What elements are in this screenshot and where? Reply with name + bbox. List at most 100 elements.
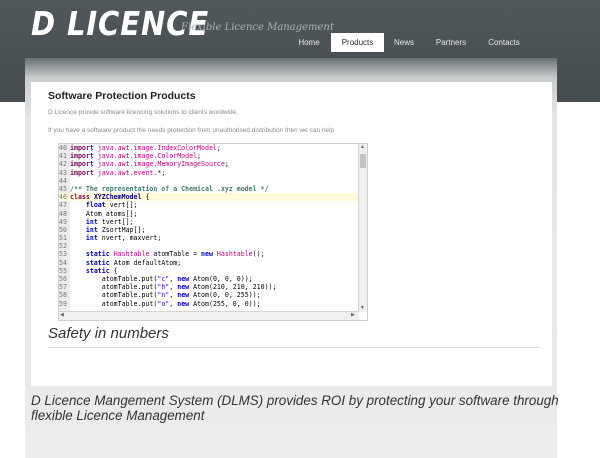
- intro-text-2: If you have a software product the needs…: [48, 127, 335, 134]
- code-token: "h": [157, 283, 170, 292]
- code-token: import: [70, 144, 98, 152]
- code-line: 52: [59, 242, 359, 250]
- code-token: new: [177, 291, 194, 300]
- code-token: atomTable.put(: [70, 283, 158, 292]
- code-line: 58 atomTable.put("n", new Atom(0, 0, 255…: [59, 291, 359, 299]
- code-token: atomTable.put(: [70, 275, 158, 283]
- nav-news[interactable]: News: [386, 33, 422, 52]
- line-number: 58: [59, 291, 67, 300]
- code-token: ZsortMap[];: [101, 225, 146, 234]
- code-token: Atom(0, 0, 0));: [193, 275, 253, 283]
- code-token: vert[];: [109, 201, 138, 210]
- code-token: Atom(210, 210, 210));: [193, 283, 277, 292]
- code-line: 56 atomTable.put("c", new Atom(0, 0, 0))…: [59, 275, 359, 283]
- line-number: 43: [59, 168, 67, 177]
- scroll-left-icon[interactable]: ◀: [60, 311, 64, 319]
- code-token: ();: [252, 250, 265, 259]
- code-token: nvert, maxvert;: [101, 234, 162, 243]
- code-token: int: [85, 217, 102, 226]
- line-number: 59: [59, 299, 67, 308]
- code-token: {: [145, 193, 150, 202]
- code-token: "n": [157, 291, 170, 300]
- scroll-down-icon[interactable]: ▼: [360, 304, 365, 312]
- code-token: atomTable =: [153, 250, 202, 259]
- line-number: 41: [59, 152, 67, 161]
- code-token: int: [85, 234, 102, 243]
- section-divider: [48, 347, 540, 348]
- code-lines: 40 import java.awt.image.IndexColorModel;…: [59, 144, 359, 308]
- line-number: 46: [59, 193, 67, 202]
- nav-products[interactable]: Products: [331, 33, 384, 52]
- line-number: 56: [59, 275, 67, 283]
- code-token: Atom(0, 0, 255));: [193, 291, 261, 300]
- code-line: 44: [59, 177, 359, 185]
- code-token: java.awt.image.MemoryImageSource: [97, 160, 225, 169]
- code-line: 51 int nvert, maxvert;: [59, 234, 359, 242]
- lead-text: D Licence Mangement System (DLMS) provid…: [31, 393, 559, 423]
- nav-partners[interactable]: Partners: [425, 33, 477, 52]
- code-line: 42 import java.awt.image.MemoryImageSourc…: [59, 160, 359, 168]
- code-token: new: [201, 250, 217, 259]
- code-line: 59 atomTable.put("o", new Atom(255, 0, 0…: [59, 300, 359, 308]
- code-token: /** The representation of a Chemical .xy…: [70, 184, 269, 193]
- code-line: 53 static Hashtable atomTable = new Hash…: [59, 250, 359, 258]
- code-token: Atom defaultAtom;: [113, 258, 182, 267]
- code-token: tvert[];: [101, 217, 134, 226]
- line-number: 54: [59, 258, 67, 267]
- line-number: 40: [59, 144, 67, 152]
- code-token: java.awt.event.: [97, 168, 158, 177]
- code-line: 54 static Atom defaultAtom;: [59, 259, 359, 267]
- code-token: import: [70, 160, 98, 169]
- code-token: Atom atoms[];: [70, 209, 138, 218]
- code-line: 55 static {: [59, 267, 359, 275]
- line-number: 51: [59, 234, 67, 243]
- code-token: Hashtable: [216, 250, 253, 259]
- line-number: 47: [59, 201, 67, 210]
- line-number: 49: [59, 217, 67, 226]
- code-token: static: [85, 250, 114, 259]
- code-token: new: [177, 283, 194, 292]
- code-line: 57 atomTable.put("h", new Atom(210, 210,…: [59, 283, 359, 291]
- code-viewer[interactable]: 40 import java.awt.image.IndexColorModel;…: [58, 143, 368, 321]
- scroll-up-icon[interactable]: ▲: [360, 144, 365, 151]
- code-line: 48 Atom atoms[];: [59, 210, 359, 218]
- code-token: XYZChemModel: [93, 193, 146, 202]
- code-token: *;: [157, 168, 166, 177]
- code-token: int: [85, 225, 102, 234]
- code-line: 47 float vert[];: [59, 201, 359, 209]
- code-token: class: [70, 193, 94, 202]
- scrollbar-thumb[interactable]: [360, 154, 366, 168]
- nav-home[interactable]: Home: [289, 33, 329, 52]
- vertical-scrollbar[interactable]: ▲ ▼: [358, 144, 367, 312]
- line-number: 45: [59, 184, 67, 193]
- line-number: 52: [59, 242, 67, 251]
- horizontal-scrollbar[interactable]: ◀ ▶: [59, 311, 359, 320]
- line-number: 44: [59, 176, 67, 185]
- intro-text: D Licence provde software licencing solu…: [48, 109, 239, 116]
- line-number: 57: [59, 283, 67, 292]
- code-line: 43 import java.awt.event.*;: [59, 169, 359, 177]
- code-token: java.awt.image.ColorModel: [97, 152, 198, 161]
- code-token: float: [85, 201, 110, 210]
- code-token: Hashtable: [113, 250, 154, 259]
- code-token: {: [113, 266, 118, 275]
- code-token: static: [85, 266, 114, 275]
- line-number: 42: [59, 160, 67, 169]
- nav-contacts[interactable]: Contacts: [479, 33, 529, 52]
- code-token: ;: [197, 152, 202, 161]
- code-line: 50 int ZsortMap[];: [59, 226, 359, 234]
- code-token: static: [85, 258, 114, 267]
- code-line: 40 import java.awt.image.IndexColorModel;: [59, 144, 359, 152]
- site-tagline: Flexible Licence Management: [181, 22, 334, 33]
- code-line: 45/** The representation of a Chemical .…: [59, 185, 359, 193]
- scroll-right-icon[interactable]: ▶: [351, 311, 355, 319]
- line-number: 48: [59, 209, 67, 218]
- page-title: Software Protection Products: [48, 90, 196, 102]
- code-token: atomTable.put(: [70, 291, 158, 300]
